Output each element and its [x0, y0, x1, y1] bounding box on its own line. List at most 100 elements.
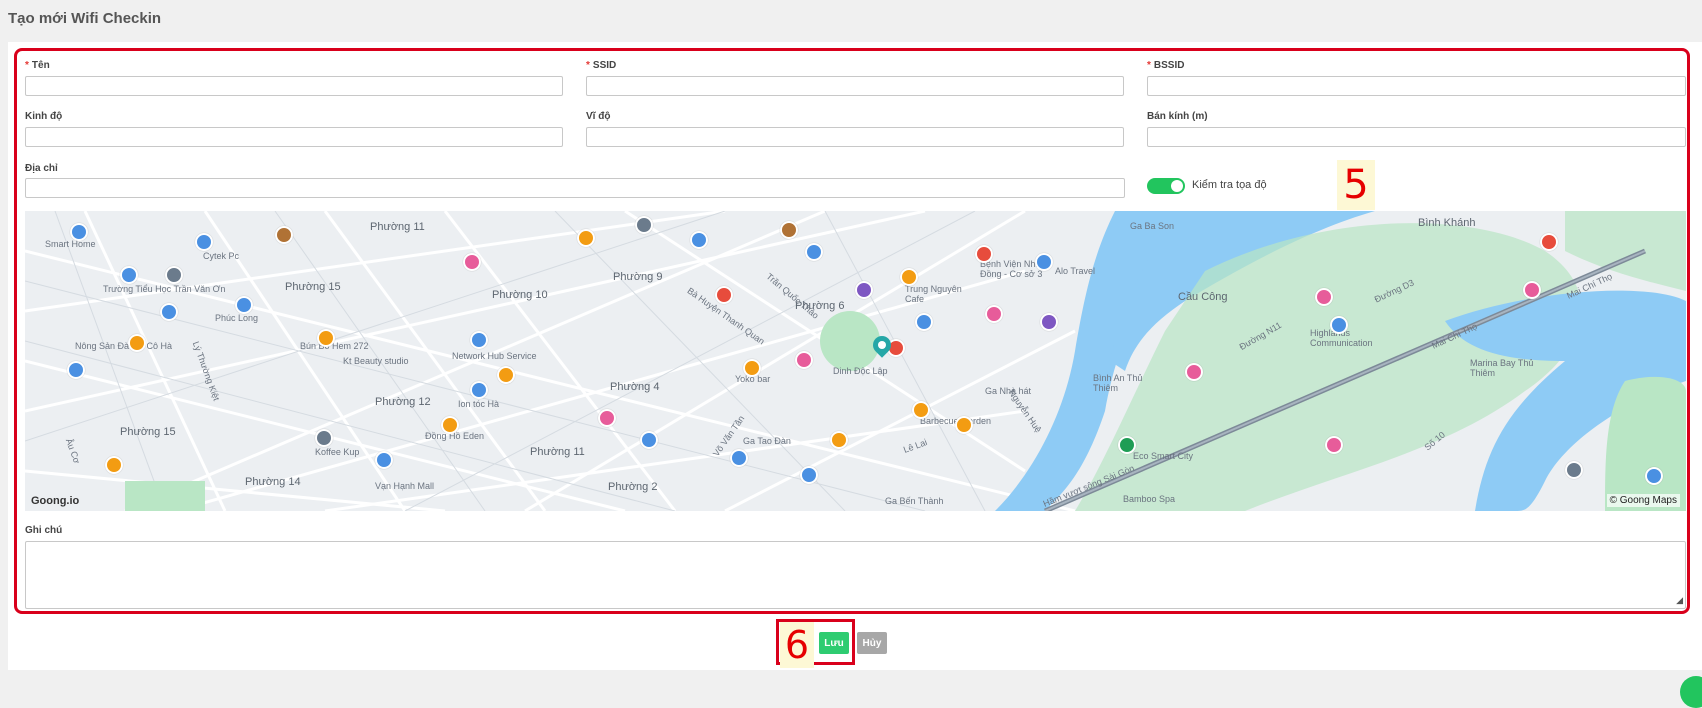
- restaurant-icon[interactable]: [830, 431, 848, 449]
- map-label: Phường 15: [285, 281, 341, 293]
- restaurant-icon[interactable]: [128, 334, 146, 352]
- latitude-input[interactable]: [586, 127, 1124, 147]
- save-button[interactable]: Lưu: [819, 632, 849, 654]
- map-place: Koffee Kup: [315, 447, 360, 457]
- hotel-icon[interactable]: [598, 409, 616, 427]
- annotation-marker-6: 6: [780, 622, 814, 668]
- hotel-icon[interactable]: [1523, 281, 1541, 299]
- radius-label: Bán kính (m): [1147, 111, 1208, 122]
- map-place: Bình An Thủ Thiêm: [1093, 373, 1143, 393]
- school-icon[interactable]: [120, 266, 138, 284]
- check-coords-label: Kiểm tra tọa độ: [1192, 179, 1267, 191]
- map-attribution-left: Goong.io: [31, 495, 80, 507]
- service-icon[interactable]: [635, 216, 653, 234]
- name-input[interactable]: [25, 76, 563, 96]
- map-place: Alo Travel: [1055, 266, 1096, 276]
- address-label: Địa chỉ: [25, 163, 58, 174]
- restaurant-icon[interactable]: [955, 416, 973, 434]
- service-icon[interactable]: [1040, 313, 1058, 331]
- service-icon[interactable]: [1565, 461, 1583, 479]
- page-title: Tạo mới Wifi Checkin: [8, 10, 162, 27]
- park-icon[interactable]: [1118, 436, 1136, 454]
- map-label: Cầu Công: [1178, 291, 1228, 303]
- museum-icon[interactable]: [730, 449, 748, 467]
- map-place: Nông Sản Đà Lạt Cô Hà: [75, 341, 173, 351]
- restaurant-icon[interactable]: [497, 366, 515, 384]
- restaurant-icon[interactable]: [441, 416, 459, 434]
- map-place: Ga Tao Đàn: [743, 436, 791, 446]
- hotel-icon[interactable]: [1315, 288, 1333, 306]
- map-canvas: [25, 211, 1686, 511]
- map-place: Ga Ba Son: [1130, 221, 1175, 231]
- map-place: Ga Nhà hát: [985, 386, 1032, 396]
- restaurant-icon[interactable]: [912, 401, 930, 419]
- name-label: * Tên: [25, 60, 50, 71]
- radius-input[interactable]: [1147, 127, 1686, 147]
- map-place: Cytek Pc: [203, 251, 240, 261]
- required-marker: *: [586, 60, 590, 71]
- restaurant-icon[interactable]: [105, 456, 123, 474]
- restaurant-icon[interactable]: [577, 229, 595, 247]
- resize-handle-icon[interactable]: ◢: [1676, 595, 1683, 606]
- store-icon[interactable]: [915, 313, 933, 331]
- ssid-label-text: SSID: [592, 60, 617, 71]
- map-place: Vạn Hạnh Mall: [375, 481, 435, 491]
- store-icon[interactable]: [70, 223, 88, 241]
- hotel-icon[interactable]: [985, 305, 1003, 323]
- hotel-icon[interactable]: [1325, 436, 1343, 454]
- store-icon[interactable]: [640, 431, 658, 449]
- restaurant-icon[interactable]: [317, 329, 335, 347]
- store-icon[interactable]: [195, 233, 213, 251]
- bar-icon[interactable]: [743, 359, 761, 377]
- longitude-label: Kinh độ: [25, 111, 63, 122]
- store-icon[interactable]: [375, 451, 393, 469]
- required-marker: *: [25, 60, 29, 71]
- salon-icon[interactable]: [165, 266, 183, 284]
- ssid-input[interactable]: [586, 76, 1124, 96]
- hotel-icon[interactable]: [463, 253, 481, 271]
- gas-station-icon[interactable]: [855, 281, 873, 299]
- map-place: Bún Bò Hem 272: [300, 341, 369, 351]
- cancel-button[interactable]: Hủy: [857, 632, 887, 654]
- required-marker: *: [1147, 60, 1151, 71]
- hotel-icon[interactable]: [795, 351, 813, 369]
- cafe-icon[interactable]: [900, 268, 918, 286]
- annotation-marker-5: 5: [1337, 160, 1375, 210]
- store-icon[interactable]: [470, 381, 488, 399]
- chat-widget-icon[interactable]: [1680, 676, 1702, 708]
- map-label: Phường 14: [245, 476, 301, 488]
- note-textarea[interactable]: ◢: [25, 541, 1686, 609]
- longitude-input[interactable]: [25, 127, 563, 147]
- attraction-icon[interactable]: [715, 286, 733, 304]
- bssid-input[interactable]: [1147, 76, 1686, 96]
- store-icon[interactable]: [1645, 467, 1663, 485]
- map-label: Phường 12: [375, 396, 431, 408]
- store-icon[interactable]: [470, 331, 488, 349]
- office-icon[interactable]: [780, 221, 798, 239]
- hospital-icon[interactable]: [1540, 233, 1558, 251]
- map-place: Trung Nguyên Cafe: [905, 284, 962, 304]
- check-coords-toggle[interactable]: [1147, 178, 1185, 194]
- hospital-icon[interactable]: [975, 245, 993, 263]
- store-icon[interactable]: [1035, 253, 1053, 271]
- store-icon[interactable]: [1330, 316, 1348, 334]
- map-place: Phúc Long: [215, 313, 259, 323]
- cafe-icon[interactable]: [275, 226, 293, 244]
- school-icon[interactable]: [690, 231, 708, 249]
- note-label: Ghi chú: [25, 525, 63, 536]
- map-place: Network Hub Service: [452, 351, 537, 361]
- map-view[interactable]: Phường 11 Phường 15 Phường 10 Phường 9 P…: [25, 211, 1686, 511]
- cafe-icon[interactable]: [315, 429, 333, 447]
- hotel-icon[interactable]: [1185, 363, 1203, 381]
- store-icon[interactable]: [800, 466, 818, 484]
- name-label-text: Tên: [31, 60, 50, 71]
- education-icon[interactable]: [805, 243, 823, 261]
- map-label: Phường 10: [492, 289, 548, 301]
- store-icon[interactable]: [67, 361, 85, 379]
- store-icon[interactable]: [235, 296, 253, 314]
- map-label: Phường 2: [608, 481, 658, 493]
- toggle-knob: [1171, 180, 1183, 192]
- map-label: Phường 11: [370, 221, 425, 233]
- address-input[interactable]: [25, 178, 1125, 198]
- store-icon[interactable]: [160, 303, 178, 321]
